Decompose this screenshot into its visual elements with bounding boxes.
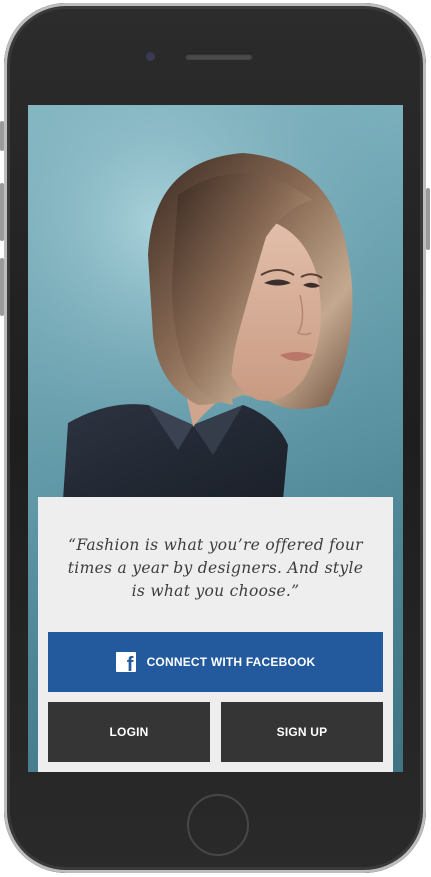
power-button xyxy=(426,188,430,250)
app-screen: “Fashion is what you’re offered four tim… xyxy=(28,105,403,772)
connect-facebook-button[interactable]: f CONNECT WITH FACEBOOK xyxy=(48,632,383,692)
front-camera xyxy=(146,52,155,61)
login-button[interactable]: LOGIN xyxy=(48,702,210,762)
facebook-icon: f xyxy=(115,652,136,672)
mute-switch xyxy=(0,121,4,151)
welcome-card: “Fashion is what you’re offered four tim… xyxy=(38,497,393,772)
earpiece-speaker xyxy=(185,53,253,60)
hero-image xyxy=(28,105,403,500)
fashion-quote: “Fashion is what you’re offered four tim… xyxy=(67,536,364,600)
volume-down-button xyxy=(0,258,4,316)
sign-up-button[interactable]: SIGN UP xyxy=(221,702,383,762)
home-button[interactable] xyxy=(187,794,249,856)
sign-up-label: SIGN UP xyxy=(276,725,328,739)
connect-facebook-label: CONNECT WITH FACEBOOK xyxy=(146,655,316,669)
login-label: LOGIN xyxy=(109,725,149,739)
volume-up-button xyxy=(0,183,4,241)
